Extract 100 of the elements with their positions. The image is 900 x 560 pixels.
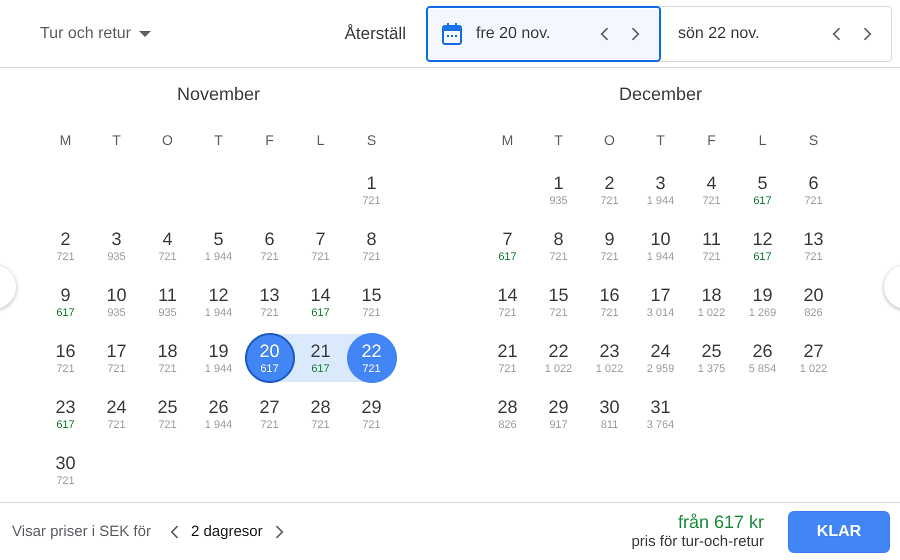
calendar-day[interactable]: 28 826 xyxy=(482,389,532,439)
calendar-day[interactable]: 10 1 944 xyxy=(636,221,686,271)
calendar-day[interactable]: 10 935 xyxy=(92,277,142,327)
calendar-day[interactable]: 9 721 xyxy=(584,221,634,271)
calendar-day[interactable]: 16 721 xyxy=(584,277,634,327)
day-number: 8 xyxy=(366,228,376,250)
calendar-day[interactable]: 11 721 xyxy=(686,221,736,271)
lowest-price: från 617 kr xyxy=(676,512,764,532)
calendar-day[interactable]: 25 721 xyxy=(142,389,192,439)
calendar-day[interactable]: 19 1 944 xyxy=(194,333,244,383)
weekday-label: S xyxy=(366,132,376,148)
calendar-day[interactable]: 13 721 xyxy=(244,277,294,327)
calendar-day[interactable]: 14 617 xyxy=(296,277,346,327)
calendar-day[interactable]: 29 721 xyxy=(346,389,396,439)
calendar-day[interactable]: 23 617 xyxy=(40,389,90,439)
day-price: 1 944 xyxy=(204,362,232,376)
calendar-day[interactable]: 6 721 xyxy=(788,165,838,215)
calendar-day[interactable]: 13 721 xyxy=(788,221,838,271)
calendar-day[interactable]: 30 721 xyxy=(40,445,90,495)
day-number: 14 xyxy=(310,284,331,306)
reset-button[interactable]: Återställ xyxy=(344,24,406,44)
calendar-day[interactable]: 25 1 375 xyxy=(686,333,736,383)
weekday-label: T xyxy=(214,132,223,148)
calendar-day[interactable]: 12 1 944 xyxy=(194,277,244,327)
calendar-day[interactable]: 21 721 xyxy=(482,333,532,383)
calendar-day[interactable]: 5 617 xyxy=(738,165,788,215)
day-price: 721 xyxy=(549,250,568,264)
calendar-day[interactable]: 15 721 xyxy=(346,277,396,327)
calendar-day[interactable]: 20 826 xyxy=(788,277,838,327)
day-number: 2 xyxy=(60,228,70,250)
calendar-day[interactable]: 26 5 854 xyxy=(738,333,788,383)
calendar-day[interactable]: 30 811 xyxy=(584,389,634,439)
calendar-day[interactable]: 21 617 xyxy=(296,333,346,383)
calendar-day[interactable]: 2 721 xyxy=(584,165,634,215)
calendar-day[interactable]: 19 1 269 xyxy=(738,277,788,327)
calendar-day[interactable]: 18 721 xyxy=(142,333,192,383)
calendar-day[interactable]: 31 3 764 xyxy=(636,389,686,439)
calendar-day[interactable]: 24 721 xyxy=(92,389,142,439)
calendar-day[interactable]: 8 721 xyxy=(534,221,584,271)
calendar-day[interactable]: 1 721 xyxy=(346,165,396,215)
day-number: 6 xyxy=(808,172,818,194)
calendar-day[interactable]: 2 721 xyxy=(40,221,90,271)
calendar-day[interactable]: 6 721 xyxy=(244,221,294,271)
calendar-day[interactable]: 11 935 xyxy=(142,277,192,327)
day-price: 1 022 xyxy=(596,362,624,376)
day-number: 29 xyxy=(361,396,382,418)
day-price: 721 xyxy=(804,250,823,264)
calendar-day[interactable]: 12 617 xyxy=(738,221,788,271)
trip-type-dropdown[interactable]: Tur och retur xyxy=(40,24,151,42)
day-price: 917 xyxy=(549,418,568,432)
calendar-day[interactable]: 27 1 022 xyxy=(788,333,838,383)
day-number: 3 xyxy=(111,228,122,250)
calendar-day[interactable]: 7 617 xyxy=(482,221,532,271)
day-price: 1 375 xyxy=(698,362,726,376)
day-price: 1 022 xyxy=(800,362,828,376)
day-number: 23 xyxy=(55,396,76,418)
day-price: 721 xyxy=(56,250,75,264)
calendar-day[interactable]: 1 935 xyxy=(534,165,584,215)
day-number: 3 xyxy=(655,172,666,194)
day-number: 10 xyxy=(106,284,127,306)
day-price: 721 xyxy=(498,362,517,376)
day-number: 5 xyxy=(213,228,224,250)
day-price: 935 xyxy=(549,194,568,208)
weekday-label: M xyxy=(502,132,514,148)
day-price: 721 xyxy=(260,306,279,320)
day-number: 24 xyxy=(106,396,127,418)
calendar-day[interactable]: 23 1 022 xyxy=(584,333,634,383)
calendar-day[interactable]: 22 721 xyxy=(346,333,396,383)
calendar-day[interactable]: 24 2 959 xyxy=(636,333,686,383)
calendar-day[interactable]: 28 721 xyxy=(296,389,346,439)
calendar-day[interactable]: 3 935 xyxy=(92,221,142,271)
calendar-day[interactable]: 4 721 xyxy=(686,165,736,215)
calendar-day[interactable]: 18 1 022 xyxy=(686,277,736,327)
day-price: 721 xyxy=(600,194,619,208)
calendar-day[interactable]: 5 1 944 xyxy=(194,221,244,271)
day-price: 1 944 xyxy=(204,250,232,264)
calendar-day[interactable]: 17 721 xyxy=(92,333,142,383)
calendar-day[interactable]: 3 1 944 xyxy=(636,165,686,215)
done-button[interactable]: KLAR xyxy=(788,510,890,552)
calendar-day[interactable]: 4 721 xyxy=(142,221,192,271)
calendar-day[interactable]: 14 721 xyxy=(482,277,532,327)
calendar-day[interactable]: 27 721 xyxy=(244,389,294,439)
day-price: 721 xyxy=(600,250,619,264)
day-number: 13 xyxy=(803,228,824,250)
month-title: December xyxy=(618,83,704,106)
calendar-day[interactable]: 16 721 xyxy=(40,333,90,383)
calendar-day[interactable]: 29 917 xyxy=(534,389,584,439)
calendar-day[interactable]: 8 721 xyxy=(346,221,396,271)
day-number: 16 xyxy=(599,284,620,306)
day-number: 10 xyxy=(650,228,671,250)
day-number: 18 xyxy=(157,340,178,362)
day-number: 8 xyxy=(553,228,564,250)
calendar-day[interactable]: 20 617 xyxy=(244,333,294,383)
calendar-day[interactable]: 22 1 022 xyxy=(534,333,584,383)
calendar-day[interactable]: 9 617 xyxy=(40,277,90,327)
calendar-day[interactable]: 17 3 014 xyxy=(636,277,686,327)
day-number: 21 xyxy=(310,340,331,362)
calendar-day[interactable]: 7 721 xyxy=(296,221,346,271)
calendar-day[interactable]: 15 721 xyxy=(534,277,584,327)
calendar-day[interactable]: 26 1 944 xyxy=(194,389,244,439)
